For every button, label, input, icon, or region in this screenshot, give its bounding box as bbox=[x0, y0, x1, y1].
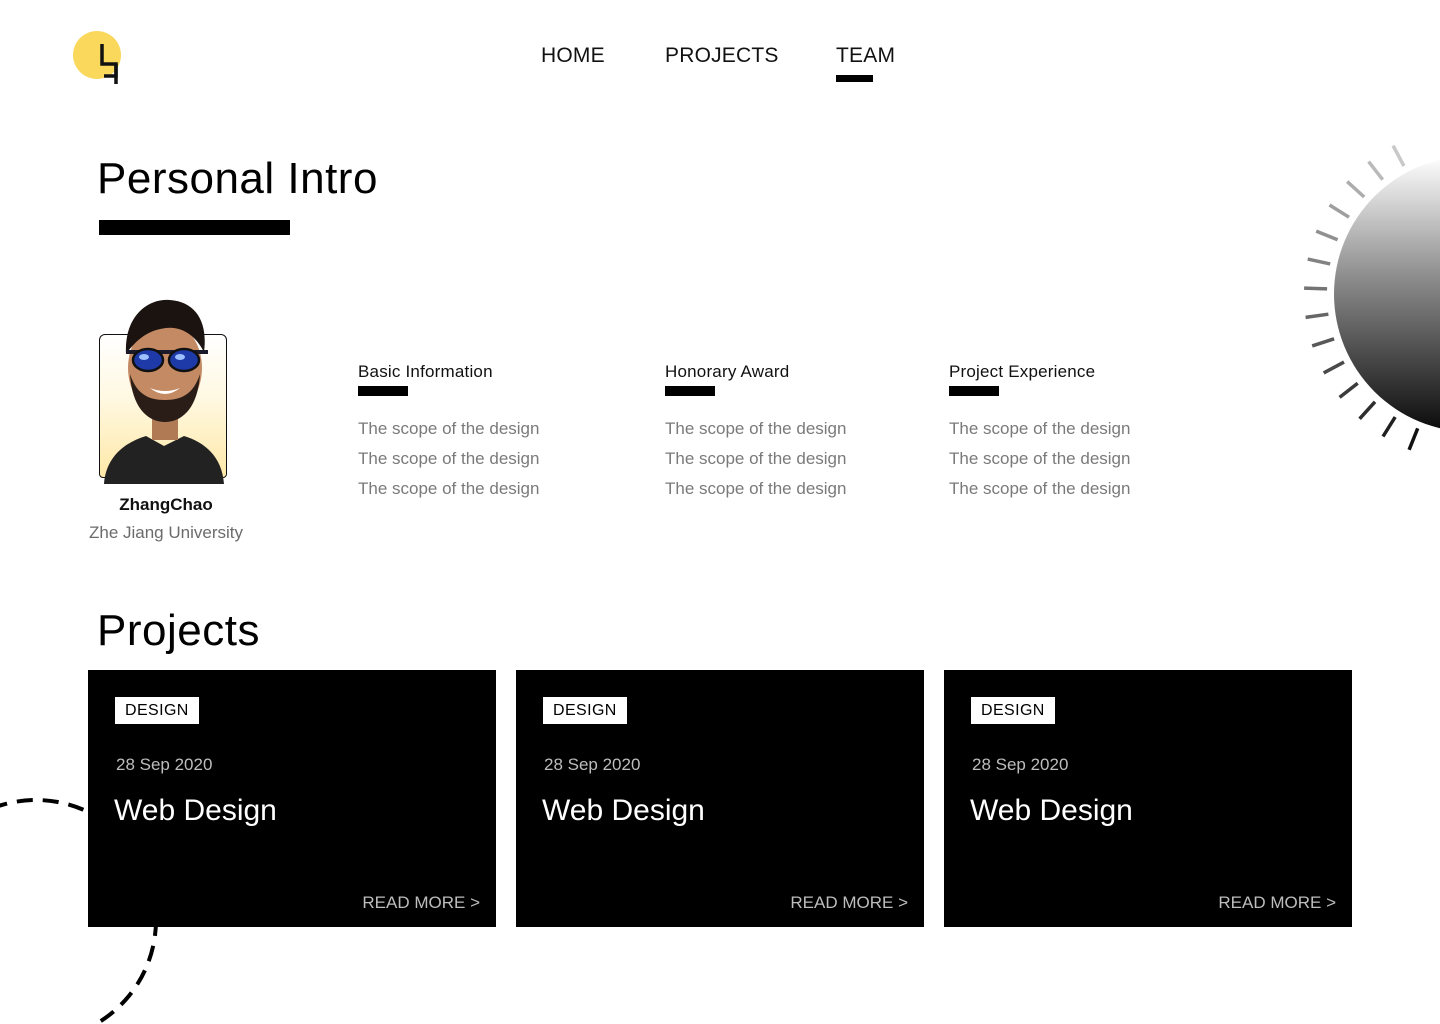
nav-projects[interactable]: PROJECTS bbox=[665, 44, 779, 68]
sun-ray bbox=[1328, 203, 1350, 219]
column-title-bar bbox=[949, 386, 999, 396]
decorative-sun-graphic bbox=[1304, 144, 1440, 451]
column-line: The scope of the design bbox=[665, 419, 847, 438]
sun-ray bbox=[1381, 416, 1397, 438]
project-tag: DESIGN bbox=[115, 697, 199, 724]
project-experience-column: Project Experience The scope of the desi… bbox=[949, 362, 1209, 504]
sun-ray bbox=[1315, 229, 1339, 242]
sun-ray bbox=[1305, 312, 1329, 320]
sun-ray bbox=[1391, 144, 1406, 167]
main-nav: HOME PROJECTS TEAM bbox=[0, 44, 1440, 84]
project-card[interactable]: DESIGN 28 Sep 2020 Web Design READ MORE … bbox=[516, 670, 924, 927]
person-name: ZhangChao bbox=[119, 495, 213, 514]
read-more-link[interactable]: READ MORE > bbox=[790, 893, 908, 913]
project-tag: DESIGN bbox=[543, 697, 627, 724]
nav-active-indicator bbox=[836, 75, 873, 82]
project-title: Web Design bbox=[970, 794, 1133, 827]
column-line: The scope of the design bbox=[665, 449, 847, 468]
column-line: The scope of the design bbox=[358, 449, 540, 468]
column-line: The scope of the design bbox=[358, 479, 540, 498]
personal-intro-title: Personal Intro bbox=[97, 154, 378, 203]
column-title-bar bbox=[358, 386, 408, 396]
project-date: 28 Sep 2020 bbox=[972, 755, 1069, 774]
sun-ray bbox=[1358, 400, 1377, 420]
intro-title-bar bbox=[99, 220, 290, 235]
basic-information-column: Basic Information The scope of the desig… bbox=[358, 362, 618, 504]
project-card[interactable]: DESIGN 28 Sep 2020 Web Design READ MORE … bbox=[944, 670, 1352, 927]
nav-home[interactable]: HOME bbox=[541, 44, 605, 68]
project-date: 28 Sep 2020 bbox=[116, 755, 213, 774]
sun-ray bbox=[1407, 427, 1420, 451]
read-more-link[interactable]: READ MORE > bbox=[362, 893, 480, 913]
project-card[interactable]: DESIGN 28 Sep 2020 Web Design READ MORE … bbox=[88, 670, 496, 927]
avatar bbox=[104, 299, 224, 484]
column-title: Basic Information bbox=[358, 362, 493, 381]
column-title: Honorary Award bbox=[665, 362, 790, 381]
sun-ray bbox=[1307, 257, 1331, 266]
person-school: Zhe Jiang University bbox=[88, 523, 243, 542]
column-line: The scope of the design bbox=[665, 479, 847, 498]
column-line: The scope of the design bbox=[949, 449, 1131, 468]
sun-ray bbox=[1338, 381, 1359, 399]
page: HOME PROJECTS TEAM Personal Intro ZhangC… bbox=[0, 0, 1440, 1024]
sun-ray bbox=[1346, 180, 1366, 199]
sun-ray bbox=[1322, 360, 1345, 375]
project-title: Web Design bbox=[542, 794, 705, 827]
honorary-award-column: Honorary Award The scope of the design T… bbox=[665, 362, 925, 504]
projects-title: Projects bbox=[97, 606, 260, 655]
sun-ray bbox=[1304, 286, 1328, 291]
nav-team[interactable]: TEAM bbox=[836, 44, 895, 68]
column-line: The scope of the design bbox=[949, 419, 1131, 438]
column-title-bar bbox=[665, 386, 715, 396]
column-line: The scope of the design bbox=[949, 479, 1131, 498]
column-line: The scope of the design bbox=[358, 419, 540, 438]
sun-ray bbox=[1311, 337, 1335, 348]
project-tag: DESIGN bbox=[971, 697, 1055, 724]
read-more-link[interactable]: READ MORE > bbox=[1218, 893, 1336, 913]
sun-ray bbox=[1367, 160, 1385, 181]
project-date: 28 Sep 2020 bbox=[544, 755, 641, 774]
project-title: Web Design bbox=[114, 794, 277, 827]
column-title: Project Experience bbox=[949, 362, 1096, 381]
